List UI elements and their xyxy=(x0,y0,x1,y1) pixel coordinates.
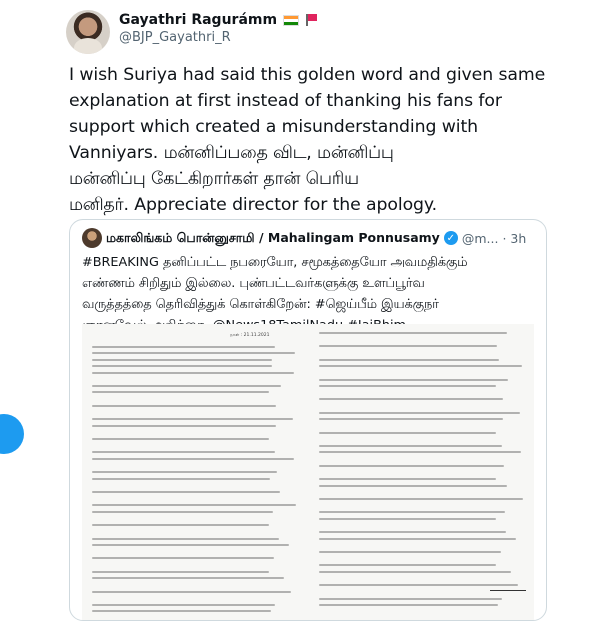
document-text-line xyxy=(92,477,270,480)
document-text-line xyxy=(92,524,269,527)
document-text-line xyxy=(92,438,269,440)
quoted-text-line: எண்ணம் சிறிதும் இல்லை. புண்பட்டவர்களுக்க… xyxy=(82,276,425,291)
quoted-text-line: வருத்தத்தை தெரிவித்துக் கொள்கிறேன்: #ஜெய… xyxy=(82,297,439,312)
document-text-line xyxy=(92,610,271,613)
quoted-text-line: #BREAKING தனிப்பட்ட நபரையோ, சமூகத்தையோ அ… xyxy=(82,255,468,270)
document-text-line xyxy=(92,418,293,421)
document-text-line xyxy=(319,345,497,348)
document-text-line xyxy=(92,590,291,593)
document-text-line xyxy=(92,451,275,454)
tweet-text-line: மன்னிப்பு கேட்கிறார்கள் தான் பெரிய xyxy=(69,169,359,189)
party-flag-icon xyxy=(305,14,318,26)
document-text-line xyxy=(92,424,276,427)
document-text-line xyxy=(319,365,522,368)
verified-badge-icon: ✓ xyxy=(443,231,458,245)
document-text-line xyxy=(319,418,503,421)
document-text-line xyxy=(319,564,496,567)
document-text-line xyxy=(92,352,295,355)
author-handle[interactable]: @BJP_Gayathri_R xyxy=(119,30,231,45)
statement-document-image[interactable]: நாள் : 21.11.2021 xyxy=(82,324,534,620)
document-text-line xyxy=(319,551,501,553)
document-text-line xyxy=(319,378,508,381)
tweet-text-line: I wish Suriya had said this golden word … xyxy=(69,65,546,85)
document-text-line xyxy=(92,544,289,546)
quoted-tweet-card[interactable]: மகாலிங்கம் பொன்னுசாமி / Mahalingam Ponnu… xyxy=(69,219,547,621)
document-text-line xyxy=(92,365,272,368)
document-text-line xyxy=(319,597,502,600)
document-text-line xyxy=(319,478,496,481)
document-text-line xyxy=(319,511,505,514)
document-text-line xyxy=(319,332,507,334)
quoted-tweet-time: 3h xyxy=(510,230,527,246)
document-text-line xyxy=(319,498,523,500)
document-text-line xyxy=(92,471,277,474)
document-text-line xyxy=(319,451,521,454)
document-text-line xyxy=(92,570,269,573)
document-text-line xyxy=(319,358,499,361)
document-text-line xyxy=(92,371,294,374)
document-text-line xyxy=(319,411,520,414)
tweet-text-line: explanation at first instead of thanking… xyxy=(69,91,502,111)
document-text-line xyxy=(92,404,276,407)
tweet-text-line: support which created a misunderstanding… xyxy=(69,117,479,137)
document-text-line xyxy=(92,510,273,513)
left-nav-rail xyxy=(0,0,48,600)
document-text-line xyxy=(319,484,507,487)
document-text-line xyxy=(92,577,284,580)
document-text-line xyxy=(92,504,296,507)
document-date: நாள் : 21.11.2021 xyxy=(230,333,270,338)
author-avatar[interactable] xyxy=(66,10,110,54)
document-text-line xyxy=(92,385,281,387)
author-name-row: Gayathri Ragurámm xyxy=(119,12,318,28)
quoted-author-handle: @m... xyxy=(461,230,499,246)
quoted-author-avatar xyxy=(82,228,102,248)
document-text-line xyxy=(92,537,279,540)
document-text-line xyxy=(319,517,496,520)
document-text-line xyxy=(319,531,506,534)
author-display-name[interactable]: Gayathri Ragurámm xyxy=(119,12,277,28)
quoted-tweet-header: மகாலிங்கம் பொன்னுசாமி / Mahalingam Ponnu… xyxy=(82,228,526,248)
document-text-line xyxy=(92,346,275,348)
document-text-line xyxy=(92,358,272,361)
document-text-line xyxy=(319,604,498,606)
document-text-line xyxy=(319,464,504,467)
document-text-line xyxy=(92,457,294,460)
document-text-line xyxy=(92,604,275,606)
document-text-line xyxy=(319,431,496,434)
document-text-line xyxy=(319,570,511,573)
document-text-line xyxy=(92,391,269,394)
document-text-line xyxy=(319,398,503,401)
tweet-text-line: Vanniyars. மன்னிப்பதை விட, மன்னிப்பு xyxy=(69,143,394,163)
india-flag-icon xyxy=(283,14,300,26)
document-text-line xyxy=(92,557,274,560)
tweet-text: I wish Suriya had said this golden word … xyxy=(69,62,574,218)
document-text-line xyxy=(92,491,280,493)
document-text-line xyxy=(319,445,502,447)
compose-fab-button[interactable] xyxy=(0,414,24,454)
quoted-author-name: மகாலிங்கம் பொன்னுசாமி / Mahalingam Ponnu… xyxy=(106,229,440,245)
separator-dot: · xyxy=(502,230,507,246)
tweet-text-line: மனிதர். Appreciate director for the apol… xyxy=(69,195,437,215)
document-text-line xyxy=(319,537,516,540)
document-text-line xyxy=(319,584,518,587)
document-text-line xyxy=(319,385,496,387)
